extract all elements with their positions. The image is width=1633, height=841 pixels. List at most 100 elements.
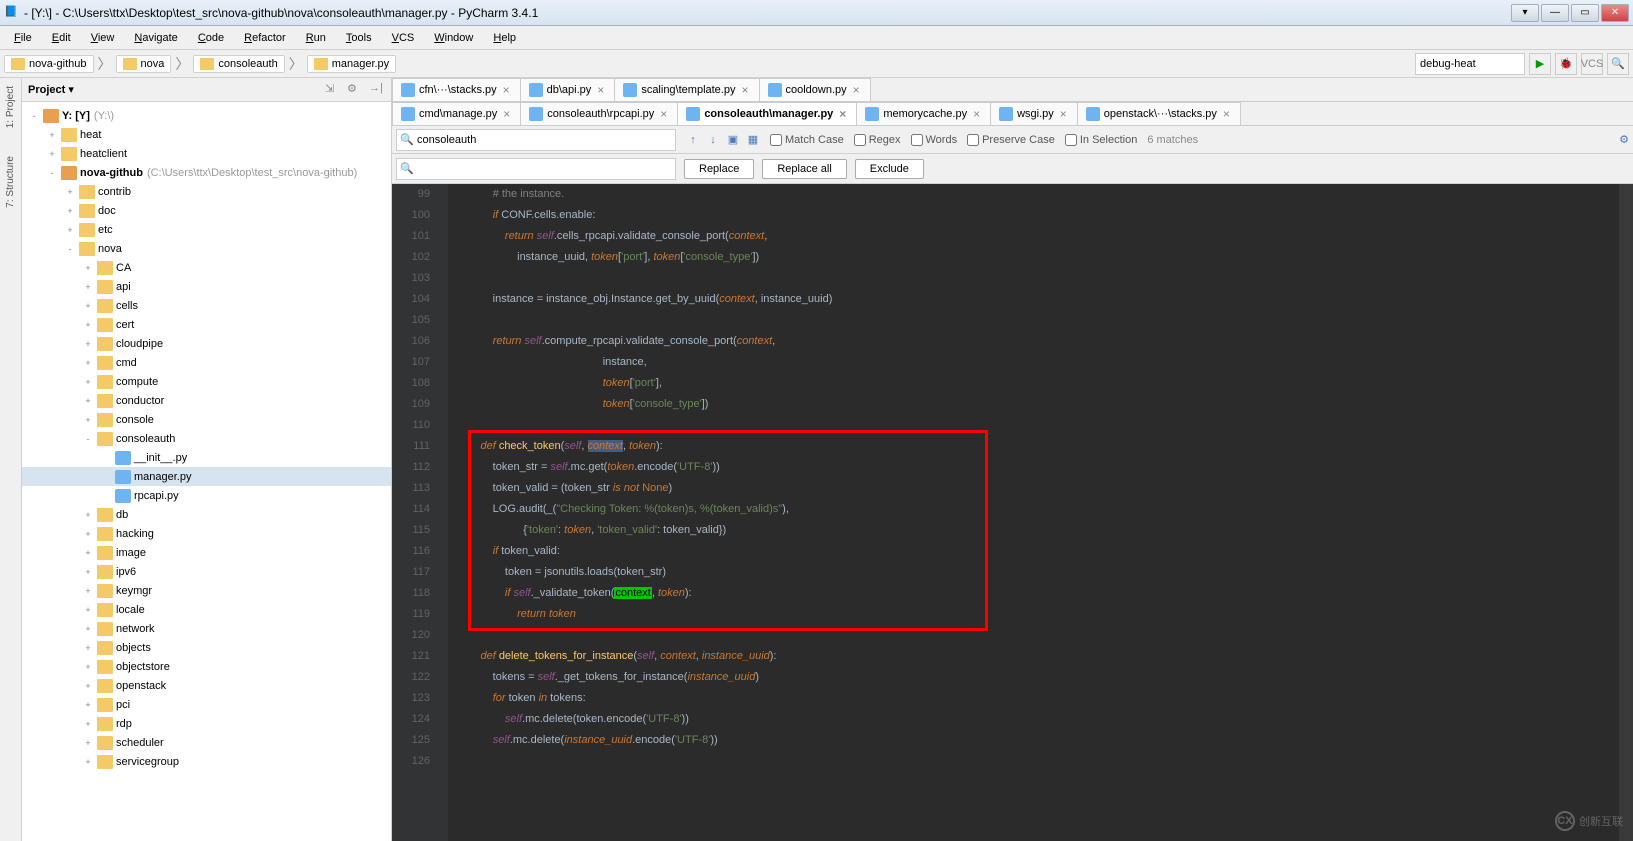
editor-tab[interactable]: cooldown.py× (759, 78, 871, 101)
multi-icon[interactable]: ▦ (744, 131, 762, 149)
tree-item[interactable]: +locale (22, 600, 391, 619)
replace-all-button[interactable]: Replace all (762, 159, 846, 179)
menu-refactor[interactable]: Refactor (236, 30, 294, 46)
tree-item[interactable]: +cells (22, 296, 391, 315)
tree-item[interactable]: +cmd (22, 353, 391, 372)
close-tab-icon[interactable]: × (1058, 107, 1069, 121)
close-tab-icon[interactable]: × (501, 83, 512, 97)
tree-item[interactable]: +db (22, 505, 391, 524)
menu-edit[interactable]: Edit (44, 30, 79, 46)
preserve-case-checkbox[interactable]: Preserve Case (967, 134, 1055, 146)
tree-item[interactable]: +conductor (22, 391, 391, 410)
editor-tab[interactable]: cfn\···\stacks.py× (392, 78, 521, 101)
hide-icon[interactable]: →| (369, 82, 385, 98)
menu-window[interactable]: Window (426, 30, 481, 46)
editor-tab[interactable]: db\api.py× (520, 78, 616, 101)
tree-item[interactable]: +doc (22, 201, 391, 220)
close-tab-icon[interactable]: × (851, 83, 862, 97)
breadcrumb-item[interactable]: nova-github (4, 55, 94, 73)
exclude-button[interactable]: Exclude (855, 159, 924, 179)
tree-item[interactable]: +cert (22, 315, 391, 334)
replace-button[interactable]: Replace (684, 159, 754, 179)
editor-tab[interactable]: consoleauth\manager.py× (677, 102, 857, 125)
close-tab-icon[interactable]: × (971, 107, 982, 121)
search-button[interactable]: 🔍 (1607, 53, 1629, 75)
run-button[interactable]: ▶ (1529, 53, 1551, 75)
tree-item[interactable]: +CA (22, 258, 391, 277)
tree-item[interactable]: +cloudpipe (22, 334, 391, 353)
match-case-checkbox[interactable]: Match Case (770, 134, 844, 146)
replace-input[interactable] (396, 158, 676, 180)
close-tab-icon[interactable]: × (1221, 107, 1232, 121)
tree-item[interactable]: +openstack (22, 676, 391, 695)
editor-tab[interactable]: wsgi.py× (990, 102, 1078, 125)
menu-help[interactable]: Help (485, 30, 524, 46)
menu-file[interactable]: File (6, 30, 40, 46)
menu-run[interactable]: Run (298, 30, 334, 46)
breadcrumb-item[interactable]: manager.py (307, 55, 396, 73)
collapse-icon[interactable]: ⇲ (325, 82, 341, 98)
editor-tab[interactable]: memorycache.py× (856, 102, 991, 125)
next-match-icon[interactable]: ↓ (704, 131, 722, 149)
close-tab-icon[interactable]: × (837, 107, 848, 121)
tree-item[interactable]: +ipv6 (22, 562, 391, 581)
export-icon[interactable]: ▣ (724, 131, 742, 149)
dropdown-button[interactable]: ▾ (1511, 4, 1539, 22)
close-tab-icon[interactable]: × (501, 107, 512, 121)
regex-checkbox[interactable]: Regex (854, 134, 901, 146)
tree-item[interactable]: -nova (22, 239, 391, 258)
prev-match-icon[interactable]: ↑ (684, 131, 702, 149)
tree-item[interactable]: +contrib (22, 182, 391, 201)
vertical-scrollbar[interactable] (1619, 184, 1633, 841)
code-editor[interactable]: 9910010110210310410510610710810911011111… (392, 184, 1633, 841)
tree-item[interactable]: +network (22, 619, 391, 638)
tree-item[interactable]: +heat (22, 125, 391, 144)
tree-item[interactable]: +scheduler (22, 733, 391, 752)
tree-item[interactable]: -nova-github(C:\Users\ttx\Desktop\test_s… (22, 163, 391, 182)
menu-vcs[interactable]: VCS (384, 30, 423, 46)
project-tree[interactable]: -Y: [Y](Y:\)+heat+heatclient-nova-github… (22, 102, 391, 841)
tree-item[interactable]: +objectstore (22, 657, 391, 676)
tree-item[interactable]: +rdp (22, 714, 391, 733)
menu-tools[interactable]: Tools (338, 30, 380, 46)
tree-item[interactable]: +pci (22, 695, 391, 714)
tree-item[interactable]: +compute (22, 372, 391, 391)
menu-view[interactable]: View (83, 30, 123, 46)
breadcrumb-item[interactable]: nova (116, 55, 172, 73)
tree-item[interactable]: +etc (22, 220, 391, 239)
close-tab-icon[interactable]: × (595, 83, 606, 97)
structure-tool-tab[interactable]: 7: Structure (3, 152, 18, 212)
tree-item[interactable]: +console (22, 410, 391, 429)
maximize-button[interactable]: ▭ (1571, 4, 1599, 22)
search-input[interactable] (396, 129, 676, 151)
project-combo[interactable]: Project ▾ (28, 83, 74, 96)
find-settings-icon[interactable]: ⚙ (1619, 133, 1629, 146)
menu-code[interactable]: Code (190, 30, 232, 46)
tree-item[interactable]: +image (22, 543, 391, 562)
project-tool-tab[interactable]: 1: Project (3, 82, 18, 132)
tree-item[interactable]: +hacking (22, 524, 391, 543)
editor-tab[interactable]: scaling\template.py× (614, 78, 759, 101)
tree-item[interactable]: +api (22, 277, 391, 296)
tree-item[interactable]: __init__.py (22, 448, 391, 467)
minimize-button[interactable]: — (1541, 4, 1569, 22)
close-button[interactable]: ✕ (1601, 4, 1629, 22)
vcs-button[interactable]: VCS (1581, 53, 1603, 75)
tree-item[interactable]: +servicegroup (22, 752, 391, 771)
tree-item[interactable]: manager.py (22, 467, 391, 486)
run-config-combo[interactable]: debug-heat (1415, 53, 1525, 75)
tree-item[interactable]: rpcapi.py (22, 486, 391, 505)
words-checkbox[interactable]: Words (911, 134, 958, 146)
gear-icon[interactable]: ⚙ (347, 82, 363, 98)
breadcrumb-item[interactable]: consoleauth (193, 55, 284, 73)
tree-root[interactable]: -Y: [Y](Y:\) (22, 106, 391, 125)
debug-button[interactable]: 🐞 (1555, 53, 1577, 75)
close-tab-icon[interactable]: × (739, 83, 750, 97)
editor-tab[interactable]: consoleauth\rpcapi.py× (520, 102, 678, 125)
tree-item[interactable]: -consoleauth (22, 429, 391, 448)
in-selection-checkbox[interactable]: In Selection (1065, 134, 1137, 146)
menu-navigate[interactable]: Navigate (126, 30, 185, 46)
tree-item[interactable]: +heatclient (22, 144, 391, 163)
tree-item[interactable]: +keymgr (22, 581, 391, 600)
editor-tab[interactable]: openstack\···\stacks.py× (1077, 102, 1241, 125)
